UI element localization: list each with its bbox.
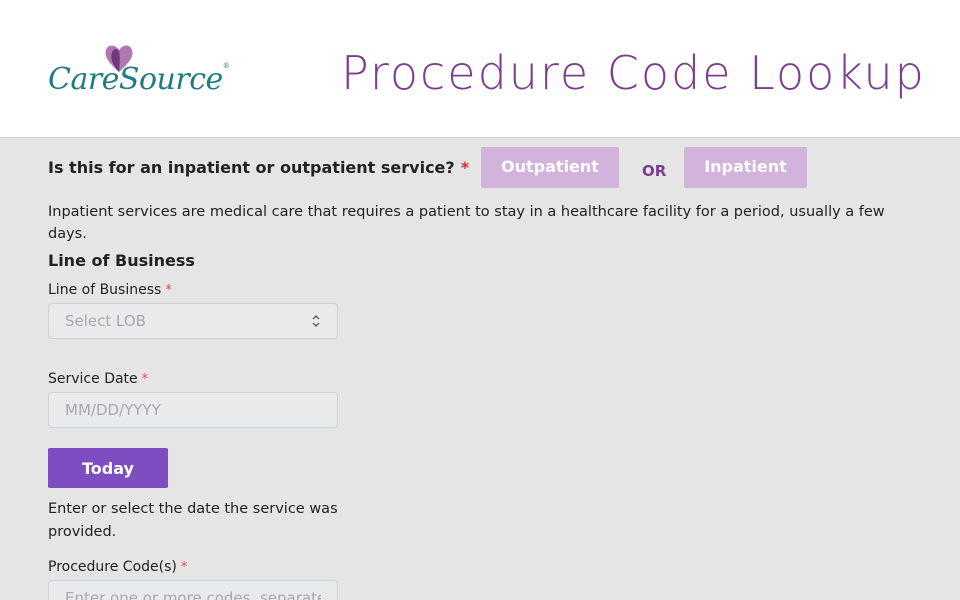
page-header: CareSource® Procedure Code Lookup — [0, 0, 960, 138]
service-date-input[interactable] — [48, 392, 338, 428]
logo-wordmark: CareSource® — [48, 62, 230, 97]
procedure-codes-label: Procedure Code(s) * — [48, 559, 188, 575]
required-indicator: * — [180, 560, 188, 575]
caresource-logo[interactable]: CareSource® — [48, 42, 248, 102]
outpatient-button[interactable]: Outpatient — [481, 147, 619, 188]
today-button[interactable]: Today — [48, 448, 168, 488]
service-date-label: Service Date * — [48, 371, 149, 387]
service-date-help-text: Enter or select the date the service was… — [48, 501, 338, 540]
service-type-question: Is this for an inpatient or outpatient s… — [48, 158, 470, 177]
required-indicator: * — [165, 283, 172, 298]
select-arrows-icon — [312, 315, 320, 327]
required-indicator: * — [141, 372, 149, 387]
lob-select-value: Select LOB — [65, 312, 146, 330]
or-separator: OR — [642, 162, 667, 180]
lob-select[interactable]: Select LOB — [48, 303, 338, 339]
inpatient-button[interactable]: Inpatient — [684, 147, 807, 188]
page-title: Procedure Code Lookup — [341, 46, 926, 100]
lob-label: Line of Business * — [48, 282, 172, 298]
service-type-help-text: Inpatient services are medical care that… — [48, 204, 885, 242]
procedure-codes-input[interactable] — [48, 580, 338, 600]
line-of-business-heading: Line of Business — [48, 251, 195, 270]
required-indicator: * — [460, 158, 470, 177]
